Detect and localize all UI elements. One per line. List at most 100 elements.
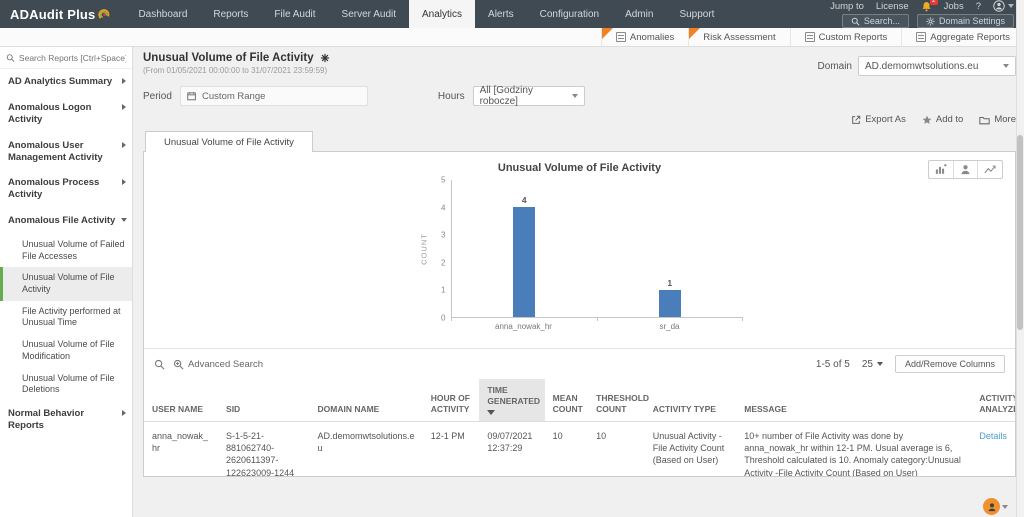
sidebar-item-anomalous-file-activity[interactable]: Anomalous File Activity <box>0 208 132 234</box>
period-input[interactable] <box>202 90 361 102</box>
sidebar-item-unusual-volume-of-file-modification[interactable]: Unusual Volume of File Modification <box>0 334 132 367</box>
domain-settings-button[interactable]: Domain Settings <box>916 14 1014 28</box>
page-header: Unusual Volume of File Activity (From 01… <box>143 52 1016 76</box>
bar-sr-da[interactable] <box>658 289 681 317</box>
report-toolbar: Anomalies Risk Assessment Custom Reports Ag… <box>0 28 1024 47</box>
sidebar-item-normal-behavior-reports[interactable]: Normal Behavior Reports <box>0 401 132 439</box>
sidebar-item-unusual-volume-of-file-activity[interactable]: Unusual Volume of File Activity <box>0 267 132 301</box>
toolbar-label: Risk Assessment <box>703 31 776 43</box>
period-field[interactable] <box>179 86 368 106</box>
user-analysis-icon[interactable] <box>953 161 977 178</box>
chevron-right-icon <box>122 78 126 84</box>
sort-desc-icon[interactable] <box>487 410 496 416</box>
sidebar-item-unusual-volume-of-file-deletions[interactable]: Unusual Volume of File Deletions <box>0 368 132 401</box>
nav-configuration[interactable]: Configuration <box>527 0 612 28</box>
nav-server-audit[interactable]: Server Audit <box>329 0 409 28</box>
toolbar-risk-assessment[interactable]: Risk Assessment <box>688 28 789 46</box>
nav-dashboard[interactable]: Dashboard <box>125 0 200 28</box>
domain-select[interactable]: AD.demomwtsolutions.eu <box>858 56 1016 76</box>
col-sid[interactable]: SID <box>218 379 310 423</box>
col-threshold-count[interactable]: THRESHOLD COUNT <box>588 379 649 423</box>
col-user-name[interactable]: USER NAME <box>144 379 219 423</box>
nav-support[interactable]: Support <box>666 0 727 28</box>
col-domain-name[interactable]: DOMAIN NAME <box>309 379 423 423</box>
page-size-value: 25 <box>861 358 873 370</box>
chart-type-icon[interactable] <box>929 161 953 178</box>
advanced-search-label: Advanced Search <box>188 358 263 370</box>
details-link[interactable]: Details <box>979 431 1007 441</box>
nav-reports[interactable]: Reports <box>200 0 261 28</box>
nav-admin[interactable]: Admin <box>612 0 666 28</box>
col-hour-of-activity[interactable]: HOUR OF ACTIVITY <box>422 379 480 423</box>
sidebar-item-file-activity-performed-at-unusual-time[interactable]: File Activity performed at Unusual Time <box>0 301 132 334</box>
sidebar-item-ad-analytics-summary[interactable]: AD Analytics Summary <box>0 69 132 95</box>
toolbar-custom-reports[interactable]: Custom Reports <box>789 28 902 46</box>
toolbar-aggregate-reports[interactable]: Aggregate Reports <box>901 28 1024 46</box>
table-body: anna_nowak_hr S-1-5-21-881062740-26206113… <box>144 421 1015 476</box>
col-message[interactable]: MESSAGE <box>736 379 972 423</box>
add-to-button[interactable]: Add to <box>922 114 963 125</box>
jump-to-link[interactable]: Jump to <box>830 1 864 12</box>
nav-analytics[interactable]: Analytics <box>409 0 476 28</box>
new-ribbon <box>601 28 613 39</box>
report-period-subtitle: (From 01/05/2021 00:00:00 to 31/07/2021 … <box>143 66 328 75</box>
nav-alerts[interactable]: Alerts <box>475 0 527 28</box>
table-row: anna_nowak_hr S-1-5-21-881062740-26206113… <box>144 421 1015 476</box>
adaudit-plus-logo[interactable]: ADAudit Plus <box>0 0 125 28</box>
export-icon <box>852 115 861 124</box>
export-as-button[interactable]: Export As <box>851 114 906 125</box>
col-mean-count[interactable]: MEAN COUNT <box>544 379 589 423</box>
search-icon[interactable] <box>154 359 165 370</box>
bar-anna-nowak-hr[interactable] <box>513 207 536 317</box>
chevron-right-icon <box>122 409 126 416</box>
scrollbar-thumb[interactable] <box>1017 135 1023 330</box>
chevron-down-icon <box>1003 64 1009 68</box>
bar-group: 4 <box>452 180 598 317</box>
toolbar-anomalies[interactable]: Anomalies <box>600 28 688 46</box>
y-tick: 0 <box>441 313 446 323</box>
col-activity-analyzer[interactable]: ACTIVITY ANALYZER <box>971 379 1015 423</box>
license-link[interactable]: License <box>876 1 909 12</box>
cell-message: 10+ number of File Activity was done by … <box>736 421 972 476</box>
sidebar-item-anomalous-user-management-activity[interactable]: Anomalous User Management Activity <box>0 133 132 171</box>
add-remove-columns-button[interactable]: Add/Remove Columns <box>894 355 1005 373</box>
chat-support-button[interactable] <box>983 498 1000 515</box>
export-as-label: Export As <box>865 114 906 125</box>
page-size-select[interactable]: 25 <box>862 359 883 370</box>
sidebar-item-label: Anomalous User Management Activity <box>8 139 103 163</box>
logo-text: ADAudit Plus <box>10 6 96 22</box>
column-label: USER NAME <box>152 404 204 415</box>
report-card: Unusual Volume of File Activity COUNT 0 1… <box>143 152 1016 477</box>
chart-title: Unusual Volume of File Activity <box>497 162 662 174</box>
vertical-scrollbar[interactable] <box>1016 0 1024 517</box>
tab-unusual-volume-of-file-activity[interactable]: Unusual Volume of File Activity <box>145 131 313 153</box>
advanced-search-button[interactable]: Advanced Search <box>173 359 263 370</box>
col-time-generated[interactable]: TIME GENERATED <box>479 379 545 423</box>
user-menu-button[interactable] <box>993 0 1014 12</box>
trend-line-icon[interactable] <box>977 161 1002 178</box>
chevron-down-icon[interactable] <box>1002 504 1008 509</box>
nav-file-audit[interactable]: File Audit <box>261 0 328 28</box>
sidebar-item-anomalous-process-activity[interactable]: Anomalous Process Activity <box>0 170 132 208</box>
domain-settings-label: Domain Settings <box>938 16 1005 26</box>
topbar-right: Jump to License 2 Jobs ? Search... Domai… <box>830 0 1024 28</box>
table-section: Advanced Search 1-5 of 5 25 Add/Remove C… <box>144 348 1015 476</box>
column-label: DOMAIN NAME <box>317 404 380 415</box>
more-button[interactable]: More <box>979 114 1016 125</box>
sidebar-item-unusual-volume-of-failed-file-accesses[interactable]: Unusual Volume of Failed File Accesses <box>0 234 132 267</box>
report-search-input[interactable] <box>18 53 126 63</box>
y-axis-label: COUNT <box>419 233 428 265</box>
main-nav: Dashboard Reports File Audit Server Audit An… <box>125 0 727 28</box>
hours-select[interactable]: All [Godziny robocze] <box>472 85 585 107</box>
help-button[interactable]: ? <box>976 1 981 12</box>
bar-plot: 41 <box>450 180 743 318</box>
global-search-button[interactable]: Search... <box>841 14 909 28</box>
jobs-link[interactable]: Jobs <box>944 1 964 12</box>
col-activity-type[interactable]: ACTIVITY TYPE <box>644 379 737 423</box>
cell-hour: 12-1 PM <box>422 421 480 476</box>
analytics-sparkle-icon[interactable] <box>320 53 330 63</box>
y-axis-ticks: 0 1 2 3 4 5 <box>431 176 451 323</box>
sidebar-nav: AD Analytics Summary Anomalous Logon Acti… <box>0 69 132 439</box>
sidebar-item-anomalous-logon-activity[interactable]: Anomalous Logon Activity <box>0 95 132 133</box>
notifications-button[interactable]: 2 <box>921 0 938 12</box>
